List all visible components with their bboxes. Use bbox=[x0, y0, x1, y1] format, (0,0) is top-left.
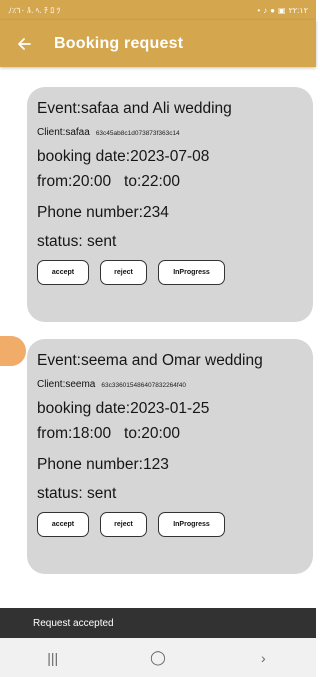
client-id: 63c45ab8c1d073873f363c14 bbox=[95, 129, 180, 137]
arrow-left-icon bbox=[18, 37, 31, 50]
inprogress-button[interactable]: InProgress bbox=[158, 259, 225, 285]
home-button[interactable]: ◯ bbox=[128, 649, 188, 666]
client-row: Client:safaa 63c45ab8c1d073873f363c14 bbox=[37, 127, 303, 138]
event-title: Event:seema and Omar wedding bbox=[37, 352, 263, 369]
status-icons-right: • ♪ ● ▣ ۲۲:۱۲ bbox=[257, 6, 308, 15]
event-title: Event:safaa and Ali wedding bbox=[37, 100, 232, 117]
booking-status: status: sent bbox=[37, 485, 117, 502]
status-left-text: ﾉ٪٦٠ ﾙ. ﾍ. ﾁ ﾛ ﾂ bbox=[8, 5, 61, 15]
phone-number: Phone number:123 bbox=[37, 455, 169, 473]
client-name: Client:safaa bbox=[37, 126, 90, 138]
status-bar: ﾉ٪٦٠ ﾙ. ﾍ. ﾁ ﾛ ﾂ • ♪ ● ▣ ۲۲:۱۲ bbox=[0, 0, 316, 20]
recents-icon: ||| bbox=[47, 649, 59, 666]
booking-time: from:20:00 to:22:00 bbox=[37, 173, 181, 190]
accept-button[interactable]: accept bbox=[37, 511, 89, 537]
back-button[interactable] bbox=[4, 20, 44, 67]
reject-button[interactable]: reject bbox=[100, 259, 147, 285]
booking-date: booking date:2023-01-25 bbox=[37, 399, 210, 417]
side-indicator bbox=[0, 336, 26, 366]
clock-text: ۲۲:۱۲ bbox=[288, 5, 308, 15]
action-buttons: accept reject InProgress bbox=[37, 511, 303, 537]
tiktok-icon: ♪ bbox=[263, 5, 268, 15]
recents-button[interactable]: ||| bbox=[23, 650, 83, 666]
inprogress-button[interactable]: InProgress bbox=[158, 511, 225, 537]
page-title: Booking request bbox=[54, 34, 184, 52]
accept-button[interactable]: accept bbox=[37, 259, 89, 285]
chevron-right-icon: › bbox=[260, 649, 266, 666]
image-icon: ▣ bbox=[278, 5, 286, 15]
client-name: Client:seema bbox=[37, 378, 96, 390]
action-buttons: accept reject InProgress bbox=[37, 259, 303, 285]
record-icon: ● bbox=[270, 5, 276, 15]
home-icon: ◯ bbox=[150, 649, 166, 665]
system-nav-bar: ||| ◯ › bbox=[0, 638, 316, 677]
notification-dot-icon: • bbox=[257, 5, 261, 15]
booking-card: Event:seema and Omar wedding Client:seem… bbox=[27, 339, 313, 574]
client-id: 63c336015486407832264f40 bbox=[101, 381, 186, 389]
status-icons-left: ﾉ٪٦٠ ﾙ. ﾍ. ﾁ ﾛ ﾂ bbox=[8, 5, 60, 16]
snackbar: Request accepted bbox=[0, 608, 316, 638]
booking-card: Event:safaa and Ali wedding Client:safaa… bbox=[27, 87, 313, 322]
booking-date: booking date:2023-07-08 bbox=[37, 147, 210, 165]
client-row: Client:seema 63c336015486407832264f40 bbox=[37, 379, 303, 390]
snackbar-message: Request accepted bbox=[33, 617, 114, 629]
phone-number: Phone number:234 bbox=[37, 203, 169, 221]
reject-button[interactable]: reject bbox=[100, 511, 147, 537]
app-bar: Booking request bbox=[0, 20, 316, 67]
booking-status: status: sent bbox=[37, 233, 117, 250]
booking-time: from:18:00 to:20:00 bbox=[37, 425, 181, 442]
back-nav-button[interactable]: › bbox=[233, 650, 293, 666]
